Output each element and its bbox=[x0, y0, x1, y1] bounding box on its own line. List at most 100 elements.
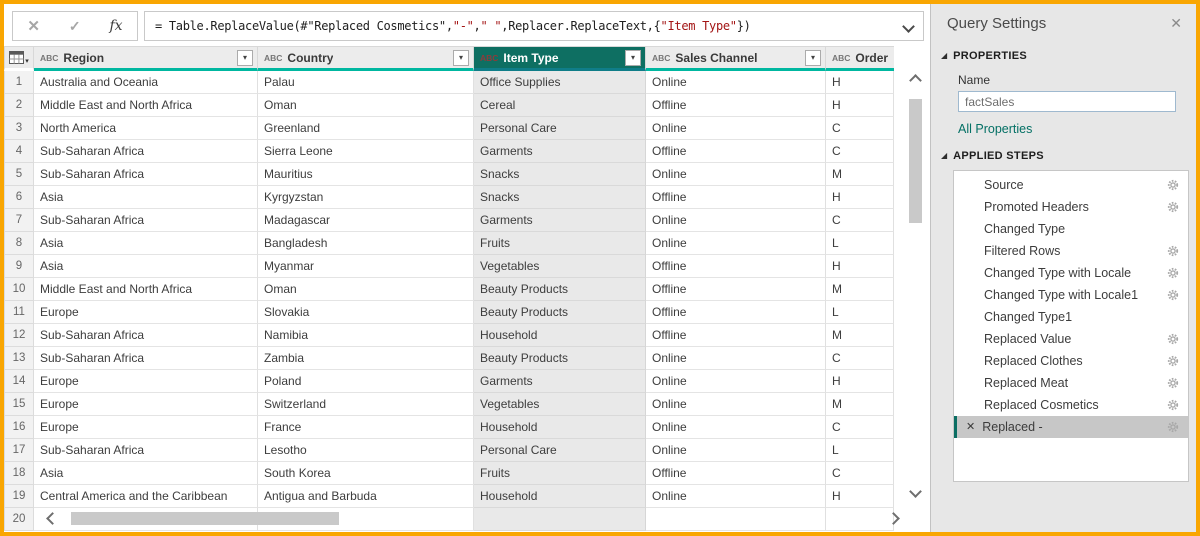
all-properties-link[interactable]: All Properties bbox=[958, 122, 1196, 136]
applied-step-item[interactable]: ✕ Replaced Clothes bbox=[954, 350, 1188, 372]
applied-step-item[interactable]: ✕ Replaced Cosmetics bbox=[954, 394, 1188, 416]
applied-step-item[interactable]: ✕ Promoted Headers bbox=[954, 196, 1188, 218]
step-settings-gear-icon[interactable] bbox=[1167, 267, 1179, 279]
row-number[interactable]: 5 bbox=[4, 163, 34, 186]
table-cell[interactable]: Antigua and Barbuda bbox=[258, 485, 474, 508]
horizontal-scrollbar[interactable] bbox=[46, 511, 900, 526]
table-cell[interactable]: Snacks bbox=[474, 186, 646, 209]
table-cell[interactable]: Garments bbox=[474, 140, 646, 163]
scroll-left-icon[interactable] bbox=[46, 512, 59, 525]
filter-dropdown-button[interactable]: ▾ bbox=[237, 49, 253, 66]
table-cell[interactable]: Beauty Products bbox=[474, 301, 646, 324]
table-cell[interactable]: Sub-Saharan Africa bbox=[34, 209, 258, 232]
table-cell[interactable]: Sub-Saharan Africa bbox=[34, 324, 258, 347]
row-number[interactable]: 2 bbox=[4, 94, 34, 117]
table-cell[interactable]: North America bbox=[34, 117, 258, 140]
filter-dropdown-button[interactable]: ▾ bbox=[805, 49, 821, 66]
fx-icon[interactable]: fx bbox=[109, 18, 122, 34]
column-header[interactable]: ABC Order Prior bbox=[826, 46, 894, 71]
table-cell[interactable]: Garments bbox=[474, 209, 646, 232]
table-cell[interactable]: C bbox=[826, 416, 894, 439]
table-cell[interactable]: Offline bbox=[646, 186, 826, 209]
table-cell[interactable]: Offline bbox=[646, 324, 826, 347]
table-cell[interactable]: Sub-Saharan Africa bbox=[34, 347, 258, 370]
table-cell[interactable]: Online bbox=[646, 439, 826, 462]
table-cell[interactable]: Online bbox=[646, 393, 826, 416]
column-header[interactable]: ABC Sales Channel ▾ bbox=[646, 46, 826, 71]
row-number[interactable]: 1 bbox=[4, 71, 34, 94]
table-cell[interactable]: Offline bbox=[646, 140, 826, 163]
table-cell[interactable]: Offline bbox=[646, 301, 826, 324]
applied-step-item[interactable]: ✕ Changed Type bbox=[954, 218, 1188, 240]
table-cell[interactable]: Online bbox=[646, 416, 826, 439]
formula-input[interactable]: = Table.ReplaceValue(#"Replaced Cosmetic… bbox=[144, 11, 924, 41]
table-cell[interactable]: Beauty Products bbox=[474, 278, 646, 301]
table-cell[interactable]: Personal Care bbox=[474, 117, 646, 140]
table-cell[interactable]: M bbox=[826, 278, 894, 301]
table-cell[interactable]: Sub-Saharan Africa bbox=[34, 140, 258, 163]
table-cell[interactable]: H bbox=[826, 255, 894, 278]
column-header[interactable]: ABC Region ▾ bbox=[34, 46, 258, 71]
table-cell[interactable]: Sub-Saharan Africa bbox=[34, 163, 258, 186]
table-cell[interactable]: Household bbox=[474, 324, 646, 347]
table-cell[interactable]: Online bbox=[646, 71, 826, 94]
table-cell[interactable]: Offline bbox=[646, 462, 826, 485]
table-cell[interactable]: Online bbox=[646, 163, 826, 186]
table-cell[interactable]: Cereal bbox=[474, 94, 646, 117]
table-cell[interactable]: Madagascar bbox=[258, 209, 474, 232]
formula-expand-chevron-icon[interactable] bbox=[902, 19, 915, 33]
step-settings-gear-icon[interactable] bbox=[1167, 399, 1179, 411]
table-menu-button[interactable]: ▾ bbox=[4, 46, 34, 71]
table-cell[interactable]: Bangladesh bbox=[258, 232, 474, 255]
row-number[interactable]: 18 bbox=[4, 462, 34, 485]
row-number[interactable]: 9 bbox=[4, 255, 34, 278]
table-cell[interactable]: Garments bbox=[474, 370, 646, 393]
table-cell[interactable]: Online bbox=[646, 370, 826, 393]
row-number[interactable]: 14 bbox=[4, 370, 34, 393]
table-cell[interactable]: L bbox=[826, 439, 894, 462]
table-cell[interactable]: Vegetables bbox=[474, 393, 646, 416]
step-settings-gear-icon[interactable] bbox=[1167, 377, 1179, 389]
table-cell[interactable]: Middle East and North Africa bbox=[34, 94, 258, 117]
table-cell[interactable]: Online bbox=[646, 117, 826, 140]
expander-triangle-icon[interactable]: ◢ bbox=[941, 152, 947, 160]
step-settings-gear-icon[interactable] bbox=[1167, 289, 1179, 301]
filter-dropdown-button[interactable]: ▾ bbox=[625, 49, 641, 66]
step-settings-gear-icon[interactable] bbox=[1167, 333, 1179, 345]
scroll-up-icon[interactable] bbox=[908, 74, 922, 87]
step-settings-gear-icon[interactable] bbox=[1167, 421, 1179, 433]
step-settings-gear-icon[interactable] bbox=[1167, 245, 1179, 257]
table-cell[interactable]: Online bbox=[646, 232, 826, 255]
table-cell[interactable]: Namibia bbox=[258, 324, 474, 347]
row-number[interactable]: 4 bbox=[4, 140, 34, 163]
table-cell[interactable]: Myanmar bbox=[258, 255, 474, 278]
applied-step-item[interactable]: ✕ Changed Type with Locale bbox=[954, 262, 1188, 284]
table-cell[interactable]: Kyrgyzstan bbox=[258, 186, 474, 209]
table-cell[interactable]: Greenland bbox=[258, 117, 474, 140]
table-cell[interactable]: Personal Care bbox=[474, 439, 646, 462]
row-number[interactable]: 10 bbox=[4, 278, 34, 301]
table-cell[interactable]: Offline bbox=[646, 94, 826, 117]
row-number[interactable]: 17 bbox=[4, 439, 34, 462]
scroll-right-icon[interactable] bbox=[887, 512, 900, 525]
table-cell[interactable]: Household bbox=[474, 416, 646, 439]
row-number[interactable]: 7 bbox=[4, 209, 34, 232]
table-cell[interactable]: Mauritius bbox=[258, 163, 474, 186]
table-cell[interactable]: Beauty Products bbox=[474, 347, 646, 370]
step-settings-gear-icon[interactable] bbox=[1167, 179, 1179, 191]
applied-step-item[interactable]: ✕ Changed Type1 bbox=[954, 306, 1188, 328]
applied-step-item[interactable]: ✕ Changed Type with Locale1 bbox=[954, 284, 1188, 306]
query-name-input[interactable] bbox=[958, 91, 1176, 112]
applied-step-item[interactable]: ✕ Replaced - bbox=[954, 416, 1188, 438]
table-cell[interactable]: Poland bbox=[258, 370, 474, 393]
row-number[interactable]: 12 bbox=[4, 324, 34, 347]
table-cell[interactable]: H bbox=[826, 94, 894, 117]
table-cell[interactable]: Middle East and North Africa bbox=[34, 278, 258, 301]
table-cell[interactable]: Switzerland bbox=[258, 393, 474, 416]
row-number[interactable]: 16 bbox=[4, 416, 34, 439]
cancel-formula-icon[interactable]: ✕ bbox=[27, 17, 40, 35]
step-settings-gear-icon[interactable] bbox=[1167, 201, 1179, 213]
table-cell[interactable]: L bbox=[826, 301, 894, 324]
table-cell[interactable]: H bbox=[826, 186, 894, 209]
table-cell[interactable]: Fruits bbox=[474, 232, 646, 255]
